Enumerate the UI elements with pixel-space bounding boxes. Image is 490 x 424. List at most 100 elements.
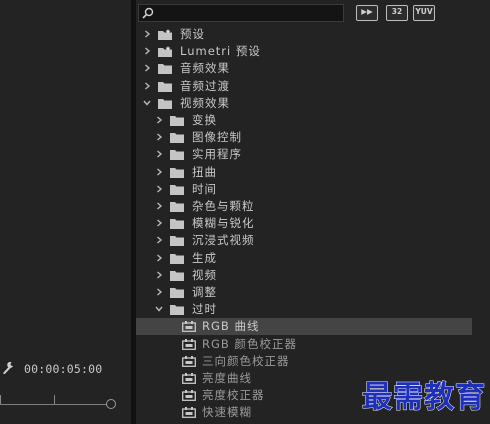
tree-folder-item[interactable]: 预设 [136,26,472,43]
folder-icon [170,167,184,178]
chevron-right-icon[interactable] [154,184,164,194]
preset-folder-icon [158,29,172,40]
accelerated-effects-filter-button[interactable]: ▶▶ [356,5,378,21]
chevron-right-icon[interactable] [142,29,152,39]
folder-icon [158,81,172,92]
tree-folder-item[interactable]: 视频 [136,267,472,284]
effect-item[interactable]: RGB 曲线 [136,318,472,336]
tree-item-label: RGB 曲线 [202,319,260,334]
chevron-right-icon[interactable] [154,149,164,159]
tree-item-label: 视频效果 [180,95,230,110]
tree-folder-item[interactable]: 音频过渡 [136,78,472,95]
folder-icon [170,219,184,230]
chevron-right-icon[interactable] [154,115,164,125]
folder-icon [170,305,184,316]
effects-panel: ▶▶ 32 YUV 预设 Lumetri 预设 音频效果音频过渡视频效果变换图像控制… [136,0,490,424]
tree-item-label: 调整 [192,285,217,299]
folder-icon [170,184,184,195]
tree-item-label: 时间 [192,181,217,196]
yuv-effects-label: YUV [413,5,435,21]
scrub-tick [54,395,55,404]
folder-icon [170,236,184,247]
accelerated-effects-label: ▶▶ [356,5,378,21]
tree-item-label: RGB 颜色校正器 [202,336,297,351]
tree-item-label: 实用程序 [192,147,242,162]
tree-folder-item[interactable]: 扭曲 [136,164,472,181]
chevron-down-icon[interactable] [142,98,152,108]
tree-item-label: 音频过渡 [180,78,230,93]
chevron-right-icon[interactable] [154,201,164,211]
watermark-text: 最需教育 [362,380,486,416]
tree-item-label: 预设 [180,27,205,41]
chevron-down-icon[interactable] [154,304,164,314]
tree-item-label: 图像控制 [192,130,242,145]
tree-item-label: 亮度曲线 [202,371,252,385]
playhead-handle[interactable] [106,399,116,409]
chevron-right-icon[interactable] [154,270,164,280]
tree-folder-item[interactable]: 时间 [136,181,472,198]
folder-icon [158,98,172,109]
timeline-scrubber[interactable] [0,404,113,405]
tree-item-label: 快速模糊 [202,405,252,420]
32bit-effects-label: 32 [386,5,408,21]
yuv-effects-filter-button[interactable]: YUV [413,5,435,21]
tree-folder-item[interactable]: Lumetri 预设 [136,43,472,60]
video-effect-icon [182,373,196,384]
tree-folder-item[interactable]: 音频效果 [136,60,472,77]
tree-item-label: 三向颜色校正器 [202,353,290,368]
folder-icon [170,270,184,281]
tree-folder-item[interactable]: 过时 [136,301,472,318]
effects-search-input[interactable] [138,4,344,22]
video-effect-icon [182,321,196,333]
tree-folder-item[interactable]: 视频效果 [136,95,472,112]
video-effect-icon [182,407,196,419]
tree-item-label: 视频 [192,267,217,282]
timecode-row: 00:00:05:00 [0,358,131,380]
folder-icon [170,133,184,144]
chevron-right-icon[interactable] [142,46,152,56]
tree-folder-item[interactable]: 沉浸式视频 [136,232,472,249]
scrub-tick [0,395,1,404]
effect-item[interactable]: 三向颜色校正器 [136,353,472,370]
tree-folder-item[interactable]: 生成 [136,250,472,267]
chevron-right-icon[interactable] [154,132,164,142]
chevron-right-icon[interactable] [142,63,152,73]
video-effect-icon [182,390,196,402]
tree-item-label: 沉浸式视频 [192,233,255,248]
tree-item-label: 生成 [192,250,217,265]
video-effect-icon [182,355,196,367]
timecode-display[interactable]: 00:00:05:00 [24,362,102,376]
tree-folder-item[interactable]: 模糊与锐化 [136,215,472,232]
32bit-effects-filter-button[interactable]: 32 [386,5,408,21]
tree-folder-item[interactable]: 图像控制 [136,129,472,146]
tree-item-label: 音频效果 [180,61,230,76]
chevron-right-icon[interactable] [154,287,164,297]
chevron-right-icon[interactable] [154,235,164,245]
folder-icon [170,288,184,298]
folder-icon [170,202,184,212]
tree-folder-item[interactable]: 变换 [136,112,472,129]
folder-icon [170,253,184,264]
tree-folder-item[interactable]: 调整 [136,284,472,301]
chevron-right-icon[interactable] [154,218,164,228]
video-effect-icon [182,338,196,350]
tree-item-label: 杂色与颗粒 [192,199,255,213]
search-icon [142,7,154,19]
tree-item-label: 亮度校正器 [202,388,265,403]
folder-icon [170,150,184,161]
effect-item[interactable]: RGB 颜色校正器 [136,336,472,353]
wrench-icon[interactable] [2,361,14,375]
tree-folder-item[interactable]: 实用程序 [136,146,472,163]
chevron-right-icon[interactable] [142,81,152,91]
tree-item-label: 模糊与锐化 [192,216,255,231]
tree-item-label: 过时 [192,302,217,317]
chevron-right-icon[interactable] [154,253,164,263]
folder-icon [170,116,184,126]
preset-folder-icon [158,46,172,58]
timeline-panel: 00:00:05:00 [0,0,131,424]
tree-item-label: 变换 [192,113,217,127]
chevron-right-icon[interactable] [154,167,164,177]
tree-item-label: Lumetri 预设 [180,44,261,59]
tree-folder-item[interactable]: 杂色与颗粒 [136,198,472,215]
folder-icon [158,64,172,75]
